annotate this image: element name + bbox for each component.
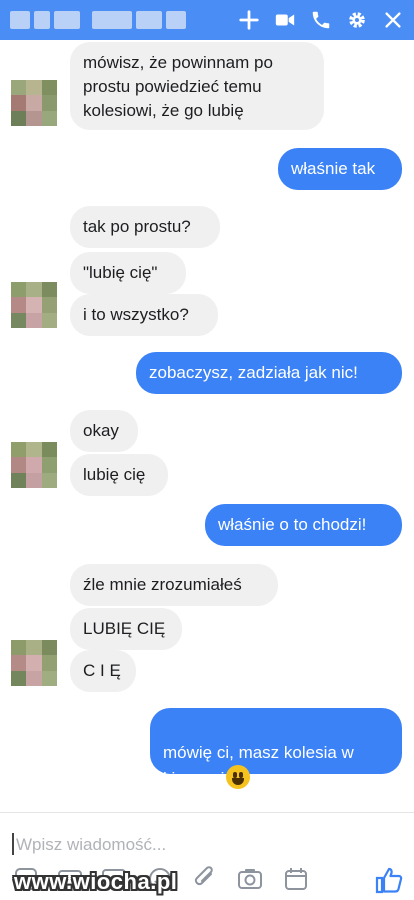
message-input[interactable] — [16, 833, 316, 857]
message-bubble: tak po prostu? — [70, 206, 220, 248]
grinning-face-emoji — [226, 765, 251, 789]
message-bubble: właśnie o to chodzi! — [205, 504, 402, 546]
redacted-block — [54, 11, 80, 29]
camera-icon[interactable] — [236, 865, 264, 893]
thumbs-up-icon[interactable] — [374, 865, 404, 895]
message-text: mówię ci, masz kolesia w kieszeni — [163, 743, 354, 788]
message-bubble: C I Ę — [70, 650, 136, 692]
close-icon[interactable] — [382, 9, 404, 31]
message-bubble: i to wszystko? — [70, 294, 218, 336]
avatar — [11, 80, 57, 126]
avatar — [11, 282, 57, 328]
redacted-block — [34, 11, 50, 29]
message-bubble-with-emoji: mówię ci, masz kolesia w kieszeni — [150, 708, 402, 789]
video-call-icon[interactable] — [274, 9, 296, 31]
redacted-block — [10, 11, 30, 29]
attachment-icon[interactable] — [192, 865, 220, 893]
chat-header — [0, 0, 414, 40]
message-bubble: "lubię cię" — [70, 252, 186, 294]
message-composer: www.wiocha.pl — [0, 812, 414, 900]
message-bubble: właśnie tak — [278, 148, 402, 190]
text-cursor — [12, 833, 14, 855]
phone-icon[interactable] — [310, 9, 332, 31]
message-thread: mówisz, że powinnam po prostu powiedzieć… — [0, 40, 414, 810]
message-bubble: mówisz, że powinnam po prostu powiedzieć… — [70, 42, 324, 130]
message-bubble: lubię cię — [70, 454, 168, 496]
calendar-icon[interactable] — [282, 865, 310, 893]
redacted-block — [136, 11, 162, 29]
redacted-block — [92, 11, 132, 29]
message-bubble: źle mnie zrozumiałeś — [70, 564, 278, 606]
message-bubble: okay — [70, 410, 138, 452]
redacted-block — [166, 11, 186, 29]
contact-name-redacted — [10, 11, 186, 29]
settings-gear-icon[interactable] — [346, 9, 368, 31]
avatar — [11, 442, 57, 488]
message-bubble: zobaczysz, zadziała jak nic! — [136, 352, 402, 394]
watermark: www.wiocha.pl — [14, 869, 178, 894]
avatar — [11, 640, 57, 686]
message-bubble: LUBIĘ CIĘ — [70, 608, 182, 650]
plus-icon[interactable] — [238, 9, 260, 31]
